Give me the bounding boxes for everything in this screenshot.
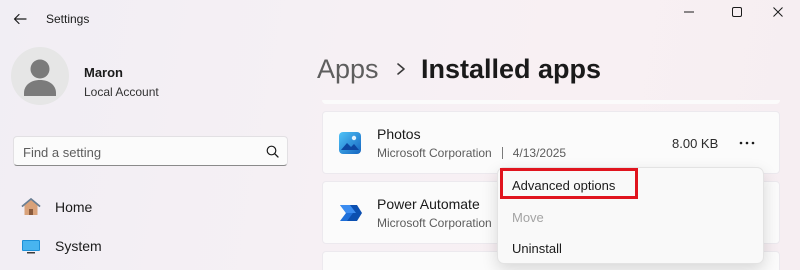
system-icon (22, 240, 40, 254)
user-silhouette-icon (24, 59, 56, 96)
menu-item-label: Move (512, 210, 544, 225)
maximize-button[interactable] (714, 2, 760, 22)
close-icon (773, 7, 783, 17)
menu-item-label: Uninstall (512, 241, 562, 256)
home-icon (21, 198, 41, 215)
nav-label-system: System (55, 238, 102, 254)
app-card-photos[interactable]: Photos Microsoft Corporation 4/13/2025 8.… (322, 111, 780, 174)
menu-item-uninstall[interactable]: Uninstall (502, 234, 760, 262)
meta-divider (501, 147, 503, 159)
minimize-button[interactable] (666, 2, 712, 22)
back-button[interactable] (10, 9, 30, 29)
menu-item-move: Move (502, 203, 760, 231)
search-input[interactable] (23, 143, 253, 161)
photos-icon (339, 132, 361, 154)
nav-item-home[interactable]: Home (14, 190, 289, 224)
nav-item-system[interactable]: System (14, 229, 289, 263)
window-title: Settings (46, 12, 90, 26)
search-icon[interactable] (265, 144, 281, 160)
app-name: Photos (377, 126, 421, 142)
app-publisher: Microsoft Corporation (377, 216, 492, 230)
account-type: Local Account (84, 85, 159, 99)
user-name: Maron (84, 65, 123, 80)
chevron-right-icon (397, 63, 405, 75)
search-box[interactable] (13, 136, 288, 166)
page-title: Installed apps (421, 54, 602, 84)
breadcrumb-apps[interactable]: Apps (317, 54, 379, 85)
close-button[interactable] (755, 2, 800, 22)
maximize-icon (732, 7, 742, 17)
avatar[interactable] (11, 47, 69, 105)
app-install-date: 4/13/2025 (512, 146, 567, 160)
app-meta: Microsoft Corporation 4/13/2025 (377, 146, 566, 160)
power-automate-icon (340, 205, 362, 221)
app-size: 8.00 KB (672, 136, 719, 151)
title-bar: Settings (0, 0, 800, 38)
nav-label-home: Home (55, 199, 93, 215)
app-name: Power Automate (377, 196, 480, 212)
app-publisher: Microsoft Corporation (377, 146, 492, 160)
more-options-button[interactable] (729, 132, 765, 154)
minimize-icon (684, 11, 694, 13)
back-arrow-icon (13, 13, 27, 25)
highlight-box (500, 168, 638, 199)
more-options-icon (739, 141, 755, 145)
previous-card-edge (322, 100, 780, 104)
app-meta: Microsoft Corporation (377, 216, 492, 230)
